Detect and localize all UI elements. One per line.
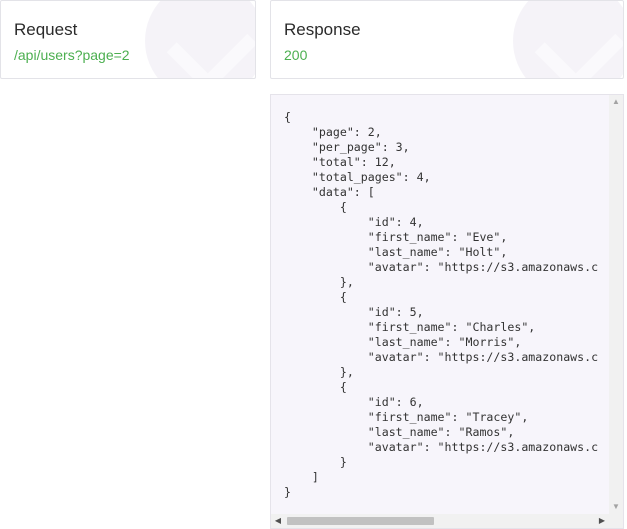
request-endpoint: /api/users?page=2	[14, 47, 130, 63]
request-card: Request /api/users?page=2	[0, 0, 256, 79]
response-status-code: 200	[284, 47, 308, 63]
logo-watermark-icon	[513, 1, 623, 78]
scroll-left-icon[interactable]: ◀	[271, 514, 285, 528]
logo-watermark-icon	[145, 1, 255, 78]
request-title: Request	[14, 20, 78, 39]
scroll-down-icon[interactable]: ▼	[609, 500, 623, 514]
response-title: Response	[284, 20, 361, 39]
response-body-panel[interactable]: { "page": 2, "per_page": 3, "total": 12,…	[270, 94, 624, 529]
response-card: Response 200	[270, 0, 624, 79]
horizontal-scrollbar[interactable]: ◀ ▶	[271, 514, 623, 528]
scroll-up-icon[interactable]: ▲	[609, 95, 623, 109]
response-json: { "page": 2, "per_page": 3, "total": 12,…	[284, 110, 599, 499]
scroll-right-icon[interactable]: ▶	[595, 514, 609, 528]
response-body-viewport[interactable]: { "page": 2, "per_page": 3, "total": 12,…	[271, 95, 609, 514]
horizontal-scroll-thumb[interactable]	[287, 517, 434, 525]
vertical-scrollbar[interactable]: ▲ ▼	[609, 95, 623, 514]
